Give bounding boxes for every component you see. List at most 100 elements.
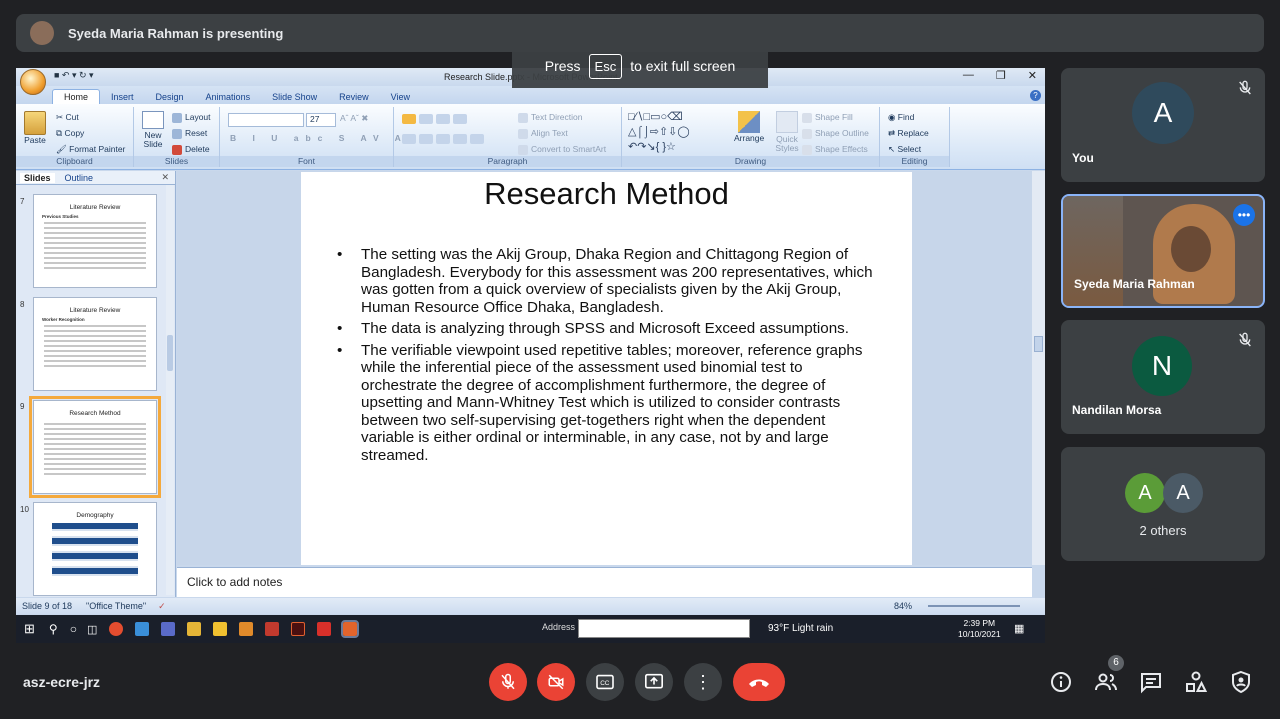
toggle-mic-button[interactable]	[489, 663, 527, 701]
bullet-list-button[interactable]	[402, 113, 470, 124]
host-controls-icon[interactable]	[1229, 670, 1253, 694]
chat-icon[interactable]	[1139, 670, 1163, 694]
replace-button[interactable]: ⇄ Replace	[888, 128, 929, 139]
quick-styles-button[interactable]: Quick Styles	[770, 111, 804, 153]
reset-button[interactable]: Reset	[172, 128, 207, 139]
participant-tile-others[interactable]: A A 2 others	[1061, 447, 1265, 561]
zoom-slider[interactable]	[928, 605, 1020, 607]
tab-outline[interactable]: Outline	[61, 173, 98, 183]
tab-home[interactable]: Home	[52, 89, 101, 104]
esc-key: Esc	[588, 53, 623, 79]
font-family-select[interactable]	[228, 113, 304, 127]
convert-smartart-button[interactable]: Convert to SmartArt	[518, 144, 606, 155]
app-icon[interactable]	[265, 622, 280, 636]
notes-pane[interactable]: Click to add notes	[177, 567, 1032, 597]
thumb-title: Literature Review	[69, 204, 121, 211]
paint-icon[interactable]	[239, 622, 254, 636]
text-direction-icon	[518, 112, 528, 123]
participant-name: Syeda Maria Rahman	[1074, 277, 1195, 291]
more-options-button[interactable]: ⋮	[684, 663, 722, 701]
slide-bullets[interactable]: The setting was the Akij Group, Dhaka Re…	[337, 246, 877, 464]
bullet-item[interactable]: The data is analyzing through SPSS and M…	[337, 320, 877, 338]
cut-button[interactable]: ✂ Cut	[56, 112, 79, 123]
tab-review[interactable]: Review	[328, 90, 380, 104]
tab-view[interactable]: View	[380, 90, 421, 104]
bullet-item[interactable]: The verifiable viewpoint used repetitive…	[337, 342, 877, 465]
restore-icon[interactable]: ❐	[996, 69, 1006, 82]
slide-title[interactable]: Research Method	[301, 176, 912, 220]
shapes-gallery[interactable]: □∕∖□▭○⌫ △⌠⌡⇨⇧⇩◯ ↶↷↘{ }☆	[628, 110, 690, 155]
clear-format-icon: ✖	[361, 113, 369, 123]
layout-button[interactable]: Layout	[172, 112, 211, 123]
slide-scrollbar[interactable]	[1032, 171, 1045, 565]
sticky-notes-icon[interactable]	[213, 622, 228, 636]
tab-slide-show[interactable]: Slide Show	[261, 90, 328, 104]
font-size-select[interactable]: 27	[306, 113, 336, 127]
slide-thumbnail[interactable]: Literature Review Worker Recognition	[33, 297, 157, 391]
alignment-buttons[interactable]	[402, 133, 487, 144]
file-explorer-icon[interactable]	[187, 622, 202, 636]
notification-icon[interactable]: ▦	[1014, 622, 1024, 635]
participant-tile-presenter[interactable]: ••• Syeda Maria Rahman	[1061, 194, 1265, 308]
tab-insert[interactable]: Insert	[100, 90, 145, 104]
illustrator-icon[interactable]	[291, 622, 306, 636]
activities-icon[interactable]	[1184, 670, 1208, 694]
slide-thumbnail-selected[interactable]: Research Method	[29, 396, 161, 498]
powerpoint-icon[interactable]	[341, 620, 360, 638]
slide-thumbnail[interactable]: Literature Review Previous Studies	[33, 194, 157, 288]
close-icon[interactable]: ✕	[1028, 69, 1037, 82]
copy-button[interactable]: ⧉ Copy	[56, 128, 84, 139]
quick-access-toolbar[interactable]: ■ ↶ ▾ ↻ ▾	[54, 70, 94, 81]
edge-icon[interactable]	[135, 622, 150, 636]
task-view-icon[interactable]: ◫	[87, 623, 97, 636]
help-icon[interactable]: ?	[1030, 90, 1041, 101]
present-button[interactable]	[635, 663, 673, 701]
weather-widget[interactable]: 93°F Light rain	[768, 623, 833, 634]
bullet-item[interactable]: The setting was the Akij Group, Dhaka Re…	[337, 246, 877, 316]
chrome-icon[interactable]	[109, 622, 124, 636]
participant-tile-nandilan[interactable]: N Nandilan Morsa	[1061, 320, 1265, 434]
zoom-level[interactable]: 84%	[894, 601, 912, 611]
slide[interactable]: Research Method The setting was the Akij…	[301, 172, 912, 565]
toggle-camera-button[interactable]	[537, 663, 575, 701]
address-input[interactable]	[578, 619, 750, 638]
system-clock[interactable]: 2:39 PM 10/10/2021	[958, 618, 1001, 640]
minimize-icon[interactable]: —	[963, 69, 974, 82]
paste-button[interactable]: Paste	[24, 111, 46, 145]
arrange-button[interactable]: Arrange	[734, 111, 764, 143]
new-slide-button[interactable]: New Slide	[138, 111, 168, 149]
more-vert-icon: ⋮	[694, 672, 712, 692]
tab-animations[interactable]: Animations	[195, 90, 262, 104]
info-icon[interactable]	[1049, 670, 1073, 694]
find-button[interactable]: ◉ Find	[888, 112, 914, 123]
search-icon[interactable]: ⚲	[49, 622, 58, 636]
tab-design[interactable]: Design	[145, 90, 195, 104]
format-painter-button[interactable]: 🖌 Format Painter	[56, 144, 125, 155]
meeting-controls: asz-ecre-jrz CC ⋮ 6	[0, 650, 1280, 719]
participant-tile-you[interactable]: A You	[1061, 68, 1265, 182]
people-icon[interactable]	[1094, 670, 1118, 694]
select-button[interactable]: ↖ Select	[888, 144, 921, 155]
grow-shrink-font[interactable]: Aˆ Aˇ ✖	[340, 113, 368, 124]
cortana-icon[interactable]: ○	[70, 622, 77, 636]
office-button[interactable]	[20, 69, 46, 95]
new-slide-icon	[142, 111, 164, 129]
panel-scrollbar[interactable]	[166, 185, 174, 595]
mail-icon[interactable]	[161, 622, 176, 636]
slide-thumbnail[interactable]: Demography	[33, 502, 157, 596]
align-text-button[interactable]: Align Text	[518, 128, 568, 139]
spellcheck-icon[interactable]: ✓	[158, 601, 166, 612]
text-direction-button[interactable]: Text Direction	[518, 112, 583, 123]
leave-call-button[interactable]	[733, 663, 785, 701]
shape-fill-button[interactable]: Shape Fill	[802, 112, 853, 123]
shape-outline-button[interactable]: Shape Outline	[802, 128, 869, 139]
shape-effects-button[interactable]: Shape Effects	[802, 144, 868, 155]
tab-slides[interactable]: Slides	[20, 172, 55, 183]
delete-button[interactable]: Delete	[172, 144, 210, 155]
font-style-buttons[interactable]: B I U abc S AV Aa	[230, 133, 420, 143]
captions-button[interactable]: CC	[586, 663, 624, 701]
close-panel-icon[interactable]: ✕	[161, 172, 169, 183]
windows-start-icon[interactable]: ⊞	[24, 621, 35, 637]
acrobat-icon[interactable]	[317, 622, 332, 636]
ribbon: Paste ✂ Cut ⧉ Copy 🖌 Format Painter Clip…	[16, 104, 1045, 170]
